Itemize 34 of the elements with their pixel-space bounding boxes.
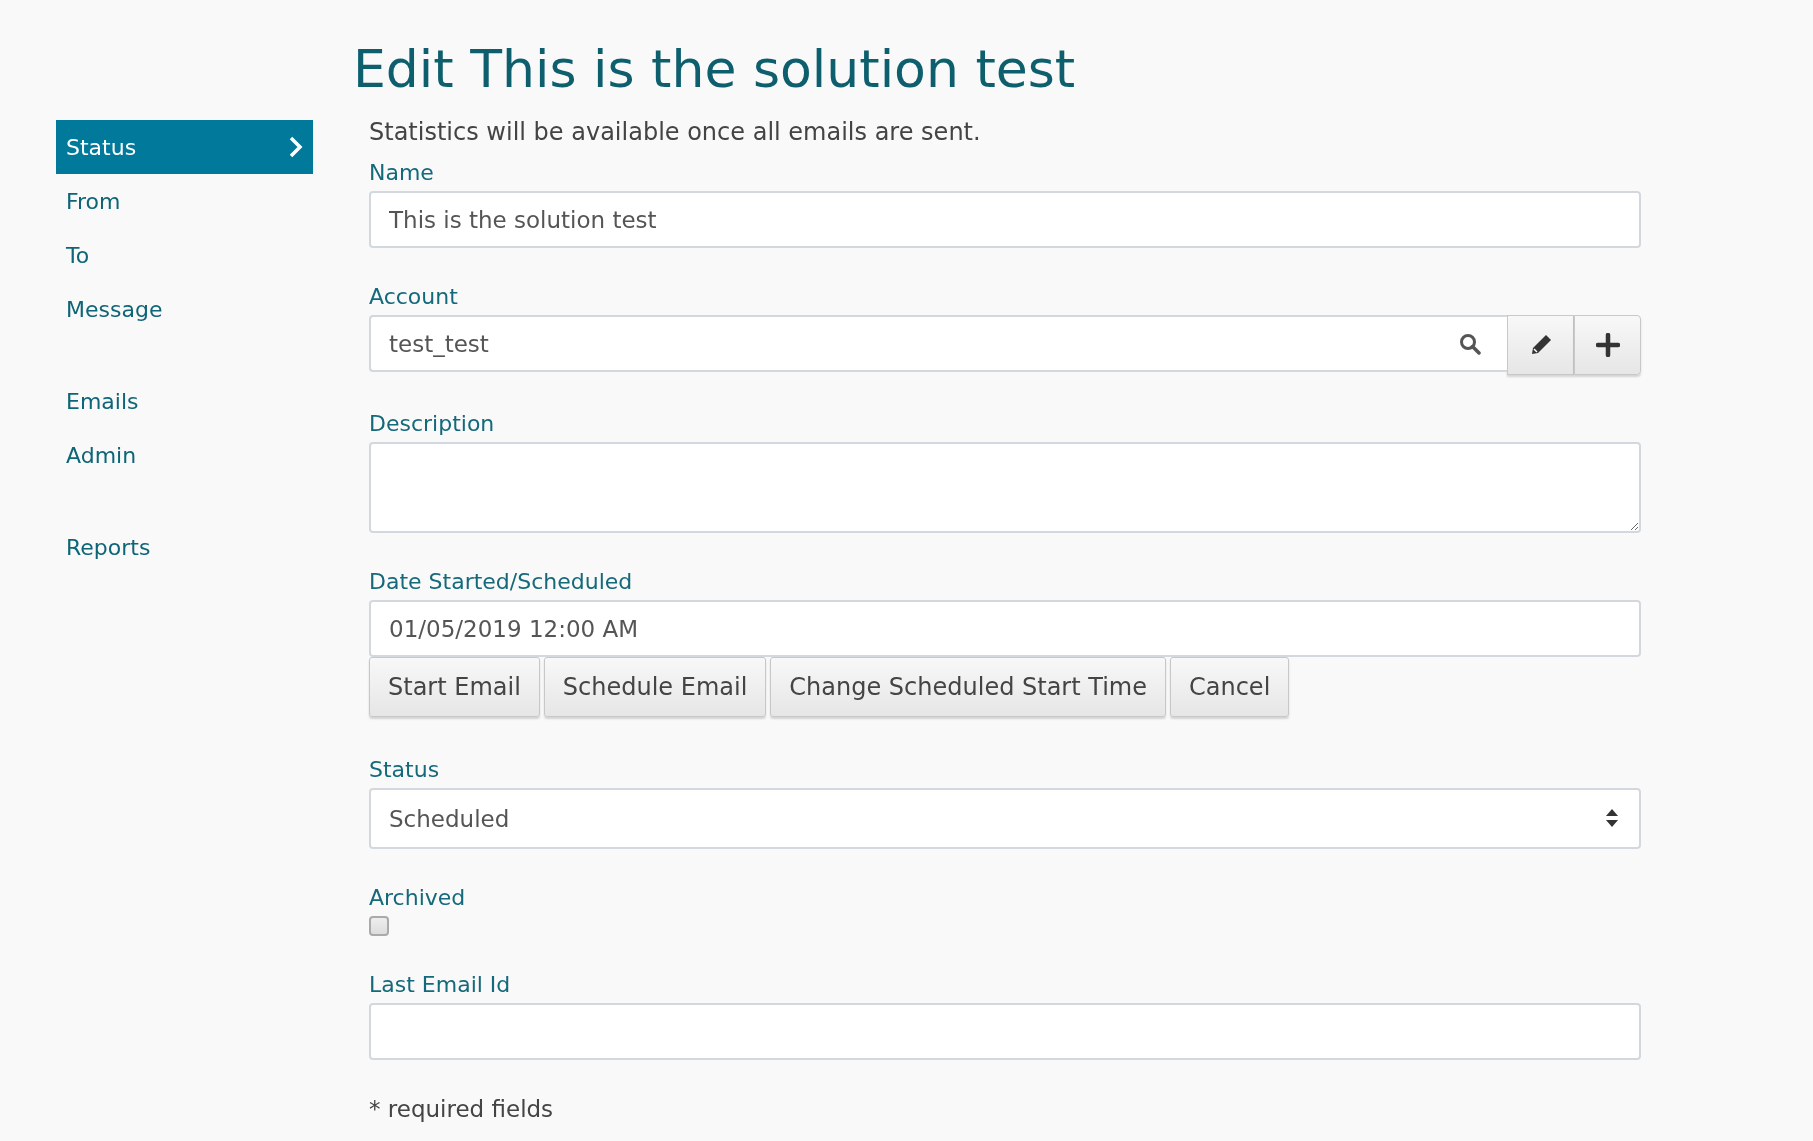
account-field[interactable]: test_test <box>369 315 1507 373</box>
edit-button[interactable] <box>1507 315 1574 376</box>
archived-checkbox[interactable] <box>369 916 389 937</box>
chevron-right-icon <box>289 136 303 158</box>
action-button[interactable]: Change Scheduled Start Time <box>770 657 1166 718</box>
add-button[interactable] <box>1574 315 1641 376</box>
sidebar-item[interactable]: Message <box>56 282 313 336</box>
field-label: Description <box>369 410 495 439</box>
field-label: Last Email Id <box>369 971 511 1000</box>
description-field[interactable] <box>369 442 1641 534</box>
sidebar-item[interactable]: Emails <box>56 374 313 428</box>
page-title: Edit This is the solution test <box>353 38 1077 101</box>
search-icon[interactable] <box>1459 333 1481 356</box>
sidebar-item[interactable]: To <box>56 228 313 282</box>
field-label: Archived <box>369 884 467 913</box>
info-text: Statistics will be available once all emails are sent. <box>369 117 982 149</box>
field-label: Account <box>369 283 458 312</box>
date-field[interactable]: 01/05/2019 12:00 AM <box>369 600 1641 658</box>
sort-arrows-icon <box>1605 808 1619 829</box>
action-button[interactable]: Cancel <box>1170 657 1290 718</box>
field-label: Status <box>369 756 440 785</box>
sidebar-item[interactable]: From <box>56 174 313 228</box>
sidebar-item[interactable]: Admin <box>56 428 313 482</box>
action-button[interactable]: Schedule Email <box>543 657 767 718</box>
required-note: * required fields <box>369 1095 555 1125</box>
plus-icon <box>1595 333 1620 358</box>
text-field[interactable]: This is the solution test <box>369 191 1641 249</box>
action-button[interactable]: Start Email <box>369 657 540 718</box>
sidebar-item[interactable]: Status <box>56 120 313 174</box>
status-select[interactable]: Scheduled <box>369 788 1641 850</box>
field-label: Date Started/Scheduled <box>369 568 633 597</box>
sidebar-item[interactable]: Reports <box>56 520 313 574</box>
text-field[interactable] <box>369 1003 1641 1061</box>
field-label: Name <box>369 159 434 188</box>
